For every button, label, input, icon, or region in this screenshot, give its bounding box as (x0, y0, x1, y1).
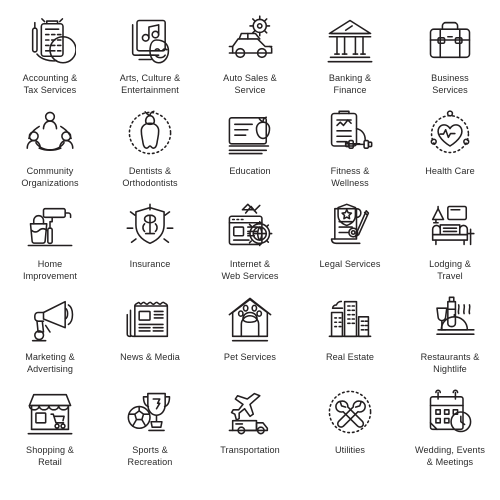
icon-label: Education (229, 166, 271, 176)
icon-label: Banking & Finance (328, 73, 372, 95)
icon-cell-calculator-receipt[interactable]: Accounting & Tax Services (0, 14, 100, 107)
icon-cell-airplane-truck[interactable]: Transportation (200, 386, 300, 479)
icon-cell-music-note-theater-mask[interactable]: Arts, Culture & Entertainment (100, 14, 200, 107)
airplane-truck-icon[interactable] (222, 386, 278, 438)
newspaper-icon[interactable] (122, 293, 178, 345)
icon-cell-book-apple[interactable]: Education (200, 107, 300, 200)
icon-label: Pet Services (223, 352, 277, 362)
megaphone-icon[interactable] (22, 293, 78, 345)
icon-label: Community Organizations (21, 166, 79, 188)
icon-label: Home Improvement (22, 259, 78, 281)
calculator-receipt-icon[interactable] (22, 14, 78, 66)
icon-cell-megaphone[interactable]: Marketing & Advertising (0, 293, 100, 386)
icon-cell-storefront-cart[interactable]: Shopping & Retail (0, 386, 100, 479)
icon-label: Accounting & Tax Services (22, 73, 78, 95)
icon-label: Legal Services (319, 259, 381, 269)
icon-cell-newspaper[interactable]: News & Media (100, 293, 200, 386)
icon-label: Health Care (425, 166, 475, 176)
icon-label: Arts, Culture & Entertainment (119, 73, 181, 95)
briefcase-icon[interactable] (422, 14, 478, 66)
storefront-cart-icon[interactable] (22, 386, 78, 438)
icon-label: Fitness & Wellness (330, 166, 370, 188)
icon-label: Lodging & Travel (429, 259, 471, 281)
icon-cell-briefcase[interactable]: Business Services (400, 14, 500, 107)
icon-cell-paint-roller-bucket[interactable]: Home Improvement (0, 200, 100, 293)
people-circle-icon[interactable] (22, 107, 78, 159)
icon-label: Marketing & Advertising (25, 352, 75, 374)
music-note-theater-mask-icon[interactable] (122, 14, 178, 66)
icon-cell-shield-caduceus[interactable]: Insurance (100, 200, 200, 293)
icon-cell-legal-scroll-shield[interactable]: Legal Services (300, 200, 400, 293)
icon-cell-wine-cloche[interactable]: Restaurants & Nightlife (400, 293, 500, 386)
icon-label: Restaurants & Nightlife (420, 352, 480, 374)
pet-house-paw-icon[interactable] (222, 293, 278, 345)
calendar-clock-icon[interactable] (422, 386, 478, 438)
icon-label: Real Estate (325, 352, 374, 362)
icon-cell-tooth-apple[interactable]: Dentists & Orthodontists (100, 107, 200, 200)
icon-label: News & Media (120, 352, 180, 362)
heart-pulse-icon[interactable] (422, 107, 478, 159)
paint-roller-bucket-icon[interactable] (22, 200, 78, 252)
icon-label: Dentists & Orthodontists (122, 166, 178, 188)
icon-cell-trophy-soccer-ball[interactable]: Sports & Recreation (100, 386, 200, 479)
clipboard-dumbbell-icon[interactable] (322, 107, 378, 159)
icon-cell-sofa-lamp[interactable]: Lodging & Travel (400, 200, 500, 293)
car-gear-icon[interactable] (222, 14, 278, 66)
city-buildings-icon[interactable] (322, 293, 378, 345)
tooth-apple-icon[interactable] (122, 107, 178, 159)
wine-cloche-icon[interactable] (422, 293, 478, 345)
icon-cell-heart-pulse[interactable]: Health Care (400, 107, 500, 200)
icon-label: Auto Sales & Service (223, 73, 277, 95)
icon-label: Business Services (431, 73, 469, 95)
icon-label: Sports & Recreation (127, 445, 173, 467)
icon-cell-pet-house-paw[interactable]: Pet Services (200, 293, 300, 386)
legal-scroll-shield-icon[interactable] (322, 200, 378, 252)
icon-label: Shopping & Retail (26, 445, 74, 467)
bank-building-icon[interactable] (322, 14, 378, 66)
browser-globe-gear-icon[interactable] (222, 200, 278, 252)
book-apple-icon[interactable] (222, 107, 278, 159)
icon-label: Wedding, Events & Meetings (415, 445, 485, 467)
icon-label: Utilities (334, 445, 366, 455)
icon-cell-city-buildings[interactable]: Real Estate (300, 293, 400, 386)
icon-cell-clipboard-dumbbell[interactable]: Fitness & Wellness (300, 107, 400, 200)
wrench-screwdriver-icon[interactable] (322, 386, 378, 438)
icon-cell-car-gear[interactable]: Auto Sales & Service (200, 14, 300, 107)
icon-grid: Accounting & Tax Services Arts, Culture … (0, 0, 500, 500)
icon-cell-bank-building[interactable]: Banking & Finance (300, 14, 400, 107)
icon-label: Internet & Web Services (221, 259, 279, 281)
sofa-lamp-icon[interactable] (422, 200, 478, 252)
shield-caduceus-icon[interactable] (122, 200, 178, 252)
icon-cell-people-circle[interactable]: Community Organizations (0, 107, 100, 200)
icon-cell-calendar-clock[interactable]: Wedding, Events & Meetings (400, 386, 500, 479)
icon-cell-wrench-screwdriver[interactable]: Utilities (300, 386, 400, 479)
icon-cell-browser-globe-gear[interactable]: Internet & Web Services (200, 200, 300, 293)
icon-label: Insurance (129, 259, 171, 269)
trophy-soccer-ball-icon[interactable] (122, 386, 178, 438)
icon-label: Transportation (220, 445, 280, 455)
